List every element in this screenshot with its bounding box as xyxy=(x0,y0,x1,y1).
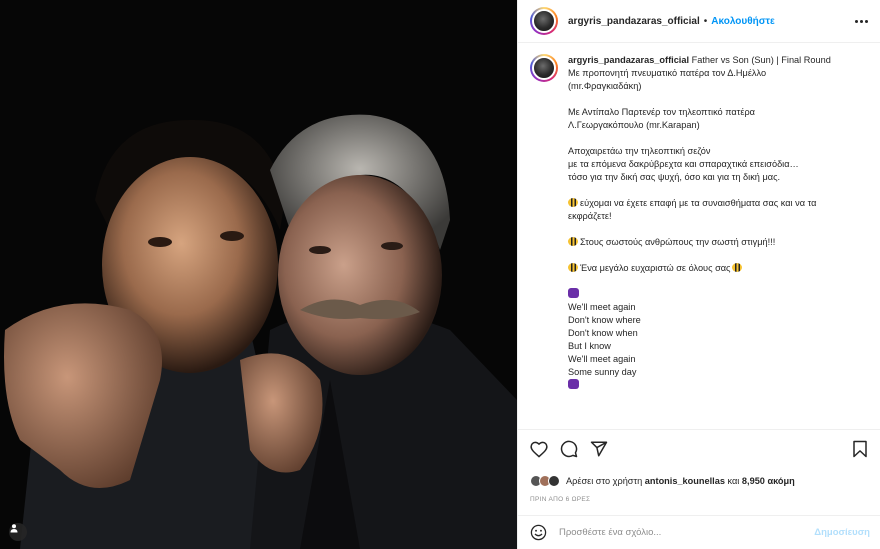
caption-line-emoji: Ένα μεγάλο ευχαριστώ σε όλους σας xyxy=(568,262,868,275)
caption-line-emoji: εύχομαι να έχετε επαφή με τα συναισθήματ… xyxy=(568,197,868,210)
likes-conj: και xyxy=(727,476,740,486)
caption-line: We'll meet again xyxy=(568,354,636,364)
user-tag-icon xyxy=(10,524,18,533)
bee-emoji-icon xyxy=(732,263,743,272)
caption-area: argyris_pandazaras_official Father vs So… xyxy=(518,44,880,428)
caption-line-emoji: Στους σωστούς ανθρώπους την σωστή στιγμή… xyxy=(568,236,868,249)
caption-line xyxy=(568,275,868,288)
caption-line xyxy=(568,132,868,145)
caption-line-emoji xyxy=(568,379,868,392)
caption-line: τόσο για την δική σας ψυχή, όσο και για … xyxy=(568,172,781,182)
caption-line: Λ.Γεωργακόπουλο (mr.Karapan) xyxy=(568,120,700,130)
post-comment-button[interactable]: Δημοσίευση xyxy=(814,527,870,538)
caption-line: Με Αντίπαλο Παρτενέρ τον τηλεοπτικό πατέ… xyxy=(568,107,755,117)
more-icon[interactable] xyxy=(855,19,868,23)
likes-prefix: Αρέσει στο χρήστη xyxy=(566,476,643,486)
caption-line xyxy=(568,184,868,197)
bookmark-icon[interactable] xyxy=(852,440,868,458)
likes-row: Αρέσει στο χρήστη antonis_kounellas και … xyxy=(530,475,868,487)
caption-text: argyris_pandazaras_official Father vs So… xyxy=(568,54,868,428)
caption-line: Don't know when xyxy=(568,328,638,338)
caption-line: με τα επόμενα δακρύβρεχτα και σπαραχτικά… xyxy=(568,159,799,169)
bee-emoji-icon xyxy=(568,263,578,272)
bee-emoji-icon xyxy=(568,198,578,207)
caption-line-emoji xyxy=(568,288,868,301)
photo-illustration xyxy=(0,0,517,549)
caption-title-line: argyris_pandazaras_official Father vs So… xyxy=(568,54,868,67)
instagram-post-view: argyris_pandazaras_official • Ακολουθήστ… xyxy=(0,0,880,549)
caption-line: Some sunny day xyxy=(568,367,637,377)
heart-icon[interactable] xyxy=(530,441,548,458)
caption-line xyxy=(568,93,868,106)
liker-username[interactable]: antonis_kounellas xyxy=(645,476,725,486)
post-time[interactable]: ΠΡΙΝ ΑΠΟ 6 ΩΡΕΣ xyxy=(530,496,868,503)
username-link[interactable]: argyris_pandazaras_official xyxy=(568,16,700,27)
separator-dot: • xyxy=(703,15,708,27)
share-icon[interactable] xyxy=(590,440,608,458)
caption-title: Father vs Son (Sun) | Final Round xyxy=(691,55,831,65)
user-tag-button[interactable] xyxy=(9,523,27,541)
avatar[interactable] xyxy=(530,7,558,35)
beetle-emoji-icon xyxy=(568,288,579,298)
follow-button[interactable]: Ακολουθήστε xyxy=(711,16,775,27)
caption-line xyxy=(568,223,868,236)
emoji-icon[interactable] xyxy=(530,524,547,541)
caption-username[interactable]: argyris_pandazaras_official xyxy=(568,55,689,65)
post-photo[interactable] xyxy=(0,0,517,549)
caption-line: Αποχαιρετάω την τηλεοπτική σεζόν xyxy=(568,146,711,156)
comment-icon[interactable] xyxy=(560,440,578,458)
liker-avatars[interactable] xyxy=(530,475,560,487)
caption-avatar[interactable] xyxy=(530,54,558,82)
beetle-emoji-icon xyxy=(568,379,579,389)
caption-line: εκφράζετε! xyxy=(568,211,612,221)
comment-bar: Προσθέστε ένα σχόλιο... Δημοσίευση xyxy=(518,515,880,549)
post-actions: Αρέσει στο χρήστη antonis_kounellas και … xyxy=(518,429,880,503)
caption-line xyxy=(568,249,868,262)
caption-line: Don't know where xyxy=(568,315,641,325)
caption-line: We'll meet again xyxy=(568,302,636,312)
post-header: argyris_pandazaras_official • Ακολουθήστ… xyxy=(518,0,880,43)
bee-emoji-icon xyxy=(568,237,578,246)
likes-count[interactable]: 8,950 ακόμη xyxy=(742,476,795,486)
caption-line: (mr.Φραγκιαδάκη) xyxy=(568,81,642,91)
action-icons xyxy=(530,439,868,459)
post-side-panel: argyris_pandazaras_official • Ακολουθήστ… xyxy=(517,0,880,549)
caption-line: But I know xyxy=(568,341,611,351)
caption-line: Με προπονητή πνευματικό πατέρα τον Δ.Ημέ… xyxy=(568,68,767,78)
comment-input[interactable]: Προσθέστε ένα σχόλιο... xyxy=(559,527,814,538)
